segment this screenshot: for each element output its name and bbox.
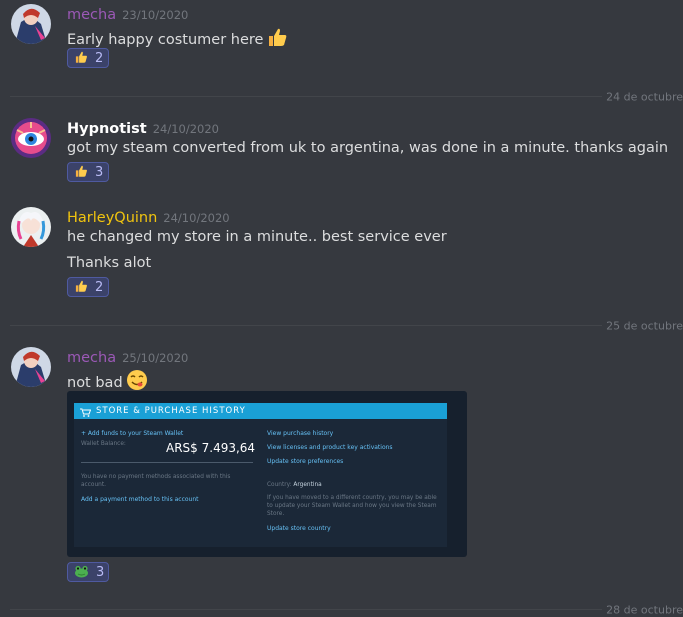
thumbs-up-icon (74, 163, 88, 182)
reaction-thumbs-up[interactable]: 2 (67, 277, 109, 297)
frog-icon (74, 563, 89, 582)
wallet-label: Wallet Balance: (81, 441, 126, 447)
avatar[interactable] (11, 118, 51, 158)
moved-note: If you have moved to a different country… (267, 495, 437, 517)
divider-label: 24 de octubre (602, 90, 683, 104)
update-country-link[interactable]: Update store country (267, 525, 331, 532)
avatar[interactable] (11, 4, 51, 44)
wallet-balance: ARS$ 7.493,64 (166, 441, 256, 455)
avatar[interactable] (11, 207, 51, 247)
divider (81, 462, 253, 463)
reaction-thumbs-up[interactable]: 3 (67, 162, 109, 182)
date-divider: 24 de octubre (10, 90, 683, 104)
add-payment-link[interactable]: Add a payment method to this account (81, 496, 199, 503)
divider-label: 28 de octubre (602, 603, 683, 617)
message-header: mecha 23/10/2020 (67, 4, 188, 23)
message-text: he changed my store in a minute.. best s… (67, 229, 447, 245)
timestamp: 24/10/2020 (152, 122, 220, 136)
steam-store-panel: STORE & PURCHASE HISTORY + Add funds to … (74, 403, 447, 547)
username[interactable]: Hypnotist (67, 121, 147, 137)
cart-icon (80, 402, 92, 421)
reaction-frog[interactable]: 3 (67, 562, 109, 582)
timestamp: 25/10/2020 (122, 351, 189, 365)
avatar[interactable] (11, 347, 51, 387)
reaction-count: 3 (95, 164, 104, 180)
timestamp: 23/10/2020 (122, 8, 189, 22)
message-header: mecha 25/10/2020 (67, 347, 188, 366)
steam-header-bar: STORE & PURCHASE HISTORY (74, 403, 447, 419)
reaction-count: 3 (96, 564, 105, 580)
thumbs-up-icon (266, 26, 288, 52)
reaction-thumbs-up[interactable]: 2 (67, 48, 109, 68)
message-text: Thanks alot (67, 255, 152, 271)
steam-header-title: STORE & PURCHASE HISTORY (96, 406, 246, 416)
message-header: HarleyQuinn 24/10/2020 (67, 207, 230, 226)
date-divider: 28 de octubre (10, 603, 683, 617)
add-funds-link[interactable]: + Add funds to your Steam Wallet (81, 430, 183, 437)
steam-screenshot-embed[interactable]: STORE & PURCHASE HISTORY + Add funds to … (67, 391, 467, 557)
username[interactable]: mecha (67, 350, 116, 366)
country-row: Country: Argentina (267, 482, 322, 490)
timestamp: 24/10/2020 (163, 211, 230, 225)
thumbs-up-icon (74, 49, 88, 68)
date-divider: 25 de octubre (10, 319, 683, 333)
country-value: Argentina (293, 482, 322, 488)
divider-label: 25 de octubre (602, 319, 683, 333)
reaction-count: 2 (95, 50, 104, 66)
thumbs-up-icon (74, 278, 88, 297)
reaction-count: 2 (95, 279, 104, 295)
view-history-link[interactable]: View purchase history (267, 430, 333, 437)
message-text: got my steam converted from uk to argent… (67, 140, 669, 156)
view-licenses-link[interactable]: View licenses and product key activation… (267, 444, 393, 451)
no-payment-text: You have no payment methods associated w… (81, 474, 231, 488)
username[interactable]: mecha (67, 7, 116, 23)
message-line: Early happy costumer here (67, 32, 264, 48)
message-line: not bad (67, 375, 123, 391)
update-prefs-link[interactable]: Update store preferences (267, 458, 343, 465)
message-header: Hypnotist 24/10/2020 (67, 118, 219, 137)
username[interactable]: HarleyQuinn (67, 210, 157, 226)
country-label: Country: (267, 482, 292, 488)
